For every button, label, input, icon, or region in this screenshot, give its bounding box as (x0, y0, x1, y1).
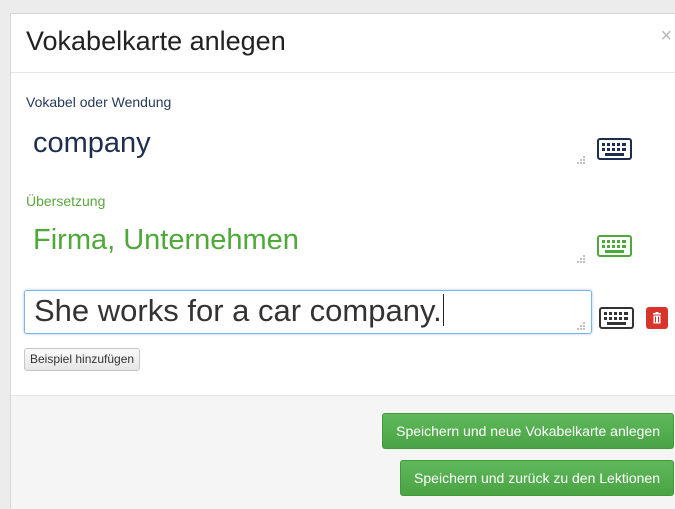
dialog-footer: Speichern und neue Vokabelkarte anlegen … (11, 395, 675, 509)
resize-grip-icon[interactable] (577, 156, 585, 164)
save-and-new-button[interactable]: Speichern und neue Vokabelkarte anlegen (382, 413, 674, 449)
trash-icon (653, 312, 661, 324)
vocab-textarea[interactable]: company (24, 122, 592, 166)
resize-grip-icon[interactable] (577, 255, 585, 263)
delete-example-button[interactable] (646, 307, 668, 329)
save-and-back-button[interactable]: Speichern und zurück zu den Lektionen (400, 460, 674, 496)
add-example-button[interactable]: Beispiel hinzufügen (24, 348, 141, 371)
vocab-label: Vokabel oder Wendung (26, 94, 172, 110)
example-text: She works for a car company. (34, 293, 442, 328)
text-caret (442, 294, 444, 326)
keyboard-icon[interactable] (597, 235, 632, 257)
example-textarea[interactable]: She works for a car company. (24, 290, 592, 334)
translation-label: Übersetzung (26, 193, 106, 209)
close-icon[interactable]: × (660, 26, 672, 46)
dialog-header: Vokabelkarte anlegen × (11, 14, 675, 73)
resize-grip-icon[interactable] (577, 322, 585, 330)
dialog-title: Vokabelkarte anlegen (26, 26, 286, 56)
create-flashcard-dialog: Vokabelkarte anlegen × Vokabel oder Wend… (10, 13, 675, 509)
keyboard-icon[interactable] (599, 307, 634, 329)
translation-textarea[interactable]: Firma, Unternehmen (24, 219, 592, 265)
keyboard-icon[interactable] (597, 138, 632, 160)
